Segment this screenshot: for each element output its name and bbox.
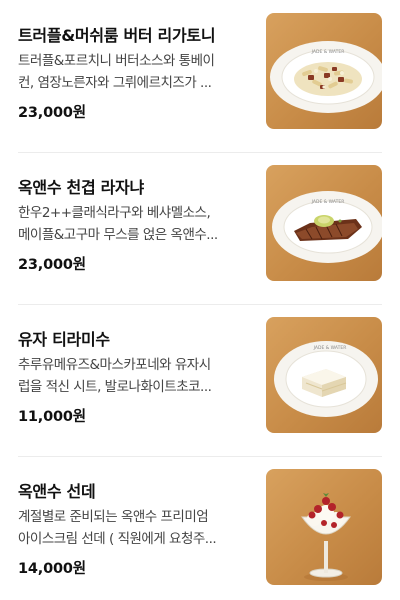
menu-item-sundae[interactable]: 옥앤수 선데 계절별로 준비되는 옥앤수 프리미엄 아이스크림 선데 ( 직원에… (0, 456, 400, 600)
item-description: 계절별로 준비되는 옥앤수 프리미엄 아이스크림 선데 ( 직원에게 요청주..… (18, 509, 217, 547)
svg-text:JADE & WATER: JADE & WATER (313, 345, 347, 351)
item-price: 14,000원 (18, 561, 86, 577)
item-description: 한우2++클래식라구와 베샤멜소스, 메이플&고구마 무스를 얹은 옥앤수... (18, 205, 218, 243)
menu-item-rigatoni[interactable]: 트러플&머쉬룸 버터 리가토니 트러플&포르치니 버터소스와 통베이 컨, 염장… (0, 0, 400, 152)
item-name: 유자 티라미수 (18, 330, 110, 349)
item-price: 11,000원 (18, 409, 86, 425)
item-description: 트러플&포르치니 버터소스와 통베이 컨, 염장노른자와 그뤼에르치즈가 ... (18, 53, 215, 91)
svg-text:JADE & WATER: JADE & WATER (311, 49, 345, 55)
item-name: 옥앤수 선데 (18, 482, 96, 501)
item-name: 트러플&머쉬룸 버터 리가토니 (18, 26, 216, 45)
menu-list: 트러플&머쉬룸 버터 리가토니 트러플&포르치니 버터소스와 통베이 컨, 염장… (0, 0, 400, 600)
sundae-glass-image[interactable] (266, 469, 382, 585)
item-name: 옥앤수 천겹 라자냐 (18, 178, 144, 197)
tiramisu-plate-image[interactable]: JADE & WATER (266, 317, 382, 433)
item-description: 추루유메유즈&마스카포네와 유자시 럽을 적신 시트, 발로나화이트초코... (18, 357, 212, 395)
lasagna-plate-image[interactable]: JADE & WATER (266, 165, 382, 281)
menu-item-tiramisu[interactable]: 유자 티라미수 추루유메유즈&마스카포네와 유자시 럽을 적신 시트, 발로나화… (0, 304, 400, 456)
rigatoni-plate-image[interactable]: JADE & WATER (266, 13, 382, 129)
svg-text:JADE & WATER: JADE & WATER (311, 199, 345, 205)
menu-item-lasagna[interactable]: 옥앤수 천겹 라자냐 한우2++클래식라구와 베샤멜소스, 메이플&고구마 무스… (0, 152, 400, 304)
item-price: 23,000원 (18, 105, 86, 121)
item-price: 23,000원 (18, 257, 86, 273)
